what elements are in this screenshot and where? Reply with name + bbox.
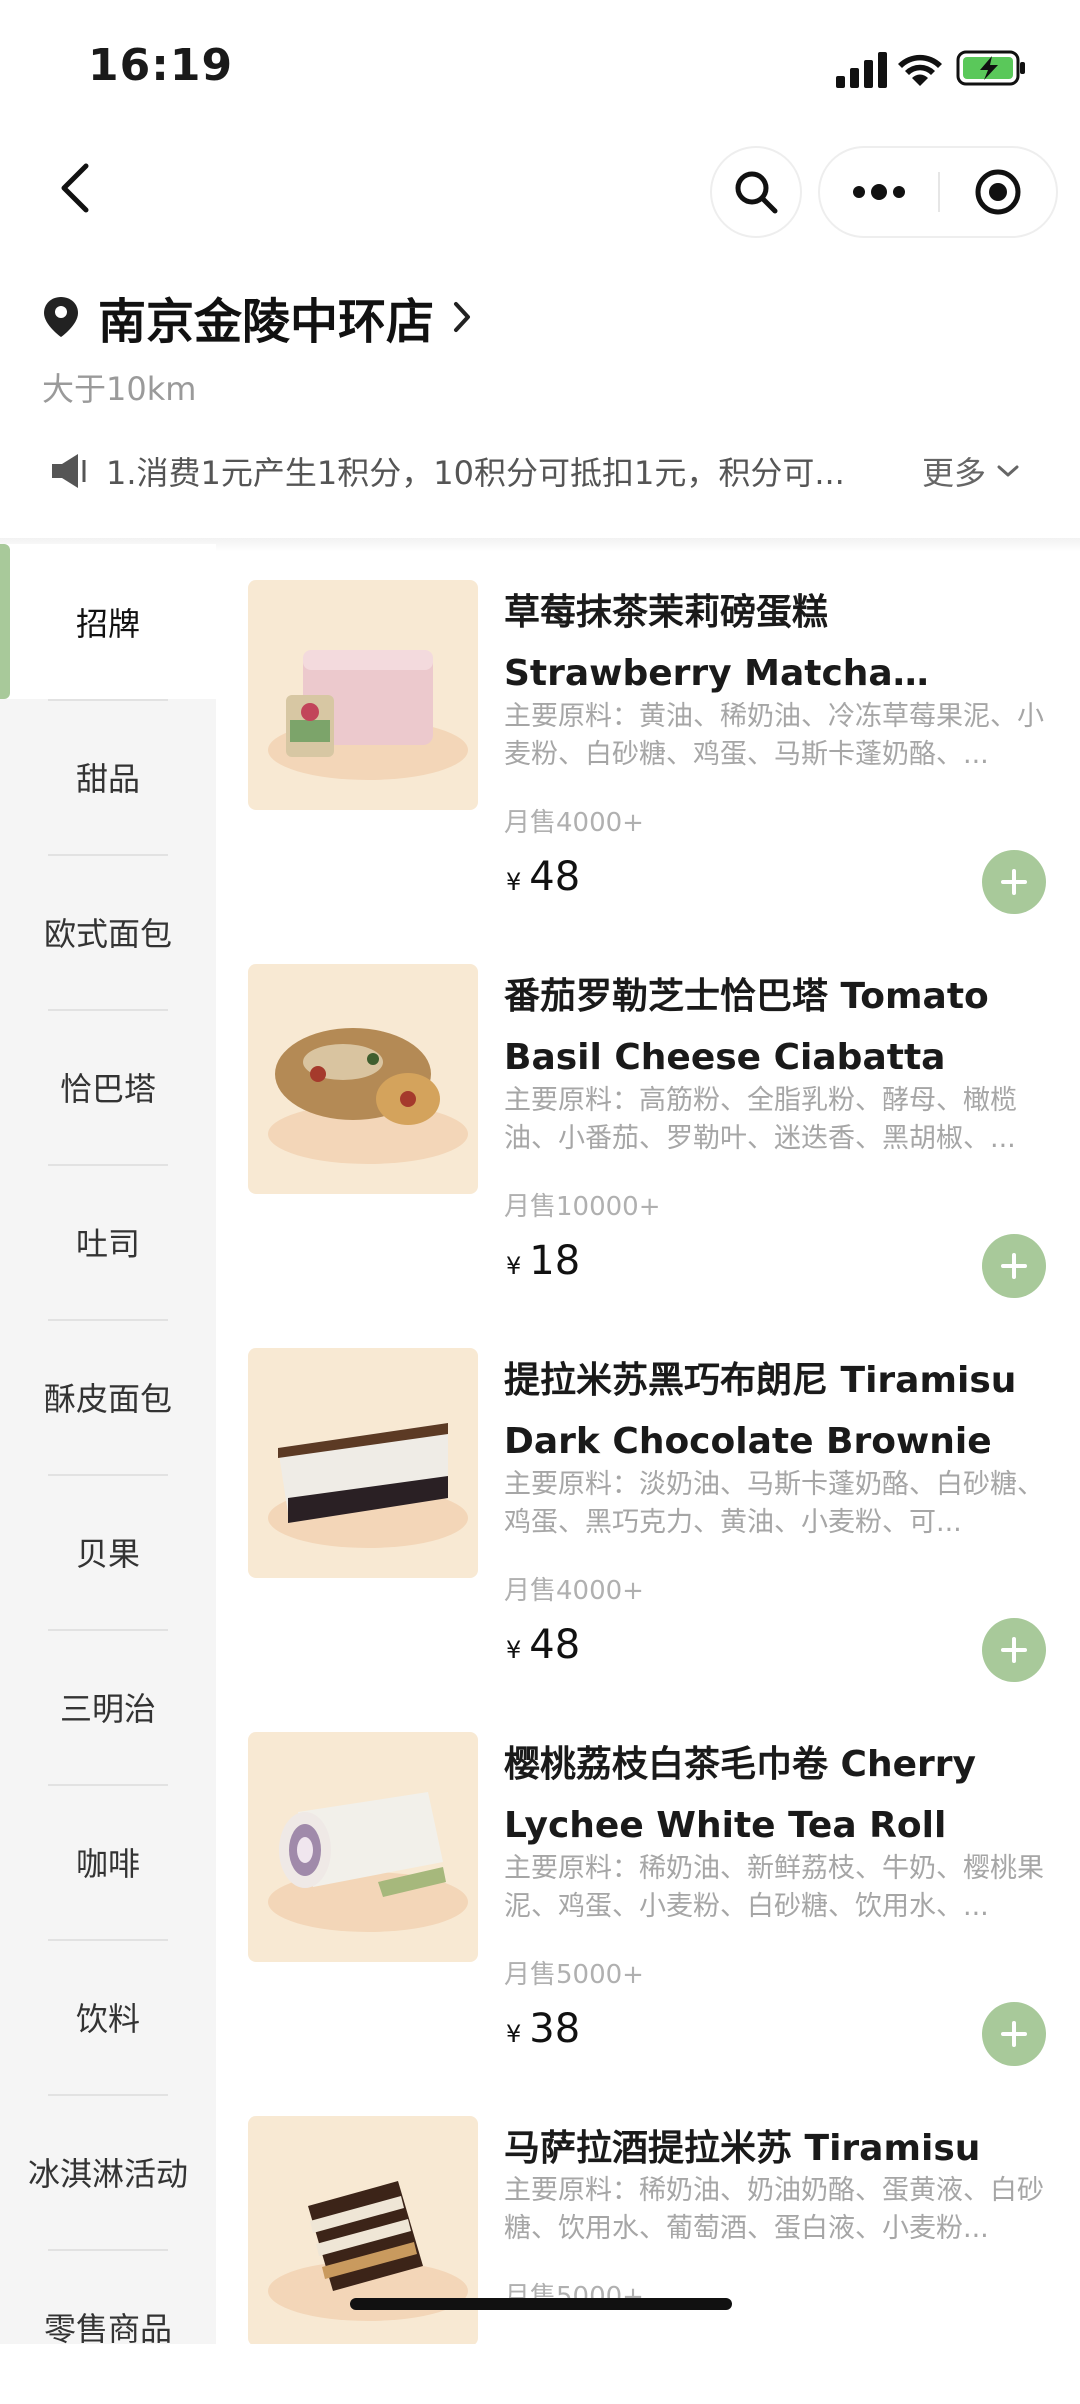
category-label: 零售商品 — [43, 2309, 172, 2348]
currency-symbol: ¥ — [506, 1636, 522, 1664]
product-sales: 月售4000+ — [504, 808, 644, 838]
product-item[interactable]: 樱桃荔枝白茶毛巾卷 Cherry Lychee White Tea Roll 主… — [216, 1696, 1080, 2080]
battery-charging-icon — [956, 50, 1025, 86]
home-indicator — [350, 2298, 732, 2310]
product-price: ¥48 — [506, 1622, 580, 1668]
product-name: 马萨拉酒提拉米苏 Tiramisu — [504, 2128, 981, 2169]
store-selector[interactable]: 南京金陵中环店 — [42, 282, 472, 352]
category-item-tusi[interactable]: 吐司 — [0, 1164, 216, 1319]
more-dots-icon — [853, 184, 905, 200]
more-button[interactable]: 更多 — [922, 448, 1020, 494]
product-name: 提拉米苏黑巧布朗尼 Tiramisu Dark Chocolate Browni… — [504, 1360, 1017, 1462]
category-item-bingqilin[interactable]: 冰淇淋活动 — [0, 2094, 216, 2249]
category-item-supi-mianbao[interactable]: 酥皮面包 — [0, 1319, 216, 1474]
category-item-zhaopai[interactable]: 招牌 — [0, 544, 216, 699]
wifi-icon — [898, 54, 942, 86]
product-price: ¥48 — [506, 854, 580, 900]
product-name: 番茄罗勒芝士恰巴塔 Tomato Basil Cheese Ciabatta — [504, 976, 989, 1078]
category-label: 饮料 — [75, 1999, 140, 2038]
product-item[interactable]: 番茄罗勒芝士恰巴塔 Tomato Basil Cheese Ciabatta 主… — [216, 928, 1080, 1312]
chevron-right-icon — [454, 302, 471, 332]
category-item-tianpin[interactable]: 甜品 — [0, 699, 216, 854]
category-item-lingshou[interactable]: 零售商品 — [0, 2249, 216, 2404]
price-value: 38 — [529, 2006, 581, 2052]
plus-icon — [1001, 1253, 1027, 1279]
product-price: ¥38 — [506, 2006, 580, 2052]
plus-icon — [1001, 2021, 1027, 2047]
category-label: 甜品 — [75, 759, 140, 798]
more-label: 更多 — [922, 454, 987, 492]
more-options-button[interactable] — [820, 148, 938, 236]
category-label: 招牌 — [75, 604, 140, 643]
price-value: 48 — [529, 1622, 581, 1668]
product-sales: 月售4000+ — [504, 1576, 644, 1606]
product-price: ¥18 — [506, 1238, 580, 1284]
location-pin-icon — [44, 297, 78, 337]
currency-symbol: ¥ — [506, 868, 522, 896]
plus-icon — [1001, 869, 1027, 895]
category-item-oushi-mianbao[interactable]: 欧式面包 — [0, 854, 216, 1009]
category-item-beiguo[interactable]: 贝果 — [0, 1474, 216, 1629]
status-time: 16:19 — [88, 40, 234, 91]
status-bar: 16:19 — [0, 0, 1080, 140]
product-image — [248, 1348, 478, 1578]
category-label: 吐司 — [75, 1224, 140, 1263]
category-label: 冰淇淋活动 — [27, 2154, 188, 2193]
category-item-qiabata[interactable]: 恰巴塔 — [0, 1009, 216, 1164]
category-label: 贝果 — [75, 1534, 140, 1573]
search-button[interactable] — [712, 148, 800, 236]
speaker-icon — [52, 454, 86, 488]
product-sales: 月售5000+ — [504, 1960, 644, 1990]
price-value: 18 — [529, 1238, 581, 1284]
product-ingredients: 主要原料：黄油、稀奶油、冷冻草莓果泥、小麦粉、白砂糖、鸡蛋、马斯卡蓬奶酪、... — [504, 701, 1044, 770]
product-ingredients: 主要原料：高筋粉、全脂乳粉、酵母、橄榄油、小番茄、罗勒叶、迷迭香、黑胡椒、... — [504, 1085, 1017, 1154]
chevron-down-icon — [997, 465, 1019, 477]
category-label: 欧式面包 — [43, 914, 172, 953]
category-item-yinliao[interactable]: 饮料 — [0, 1939, 216, 2094]
plus-icon — [1001, 1637, 1027, 1663]
product-list: 草莓抹茶茉莉磅蛋糕 Strawberry Matcha Jasmin... 主要… — [216, 544, 1080, 2344]
product-name: 樱桃荔枝白茶毛巾卷 Cherry Lychee White Tea Roll — [504, 1744, 976, 1846]
category-label: 咖啡 — [75, 1844, 140, 1883]
back-icon[interactable] — [56, 160, 96, 216]
currency-symbol: ¥ — [506, 2020, 522, 2048]
miniprogram-capsule — [820, 148, 1056, 236]
add-to-cart-button[interactable] — [982, 1234, 1046, 1298]
product-ingredients: 主要原料：稀奶油、奶油奶酪、蛋黄液、白砂糖、饮用水、葡萄酒、蛋白液、小麦粉... — [504, 2175, 1044, 2244]
currency-symbol: ¥ — [506, 1252, 522, 1280]
notice-bar[interactable]: 1.消费1元产生1积分，10积分可抵扣1元，积分可... — [50, 448, 866, 494]
add-to-cart-button[interactable] — [982, 850, 1046, 914]
category-label: 恰巴塔 — [59, 1069, 156, 1108]
store-distance: 大于10km — [42, 370, 197, 408]
product-name: 草莓抹茶茉莉磅蛋糕 Strawberry Matcha Jasmin... — [504, 592, 893, 694]
product-image — [248, 580, 478, 810]
product-item[interactable]: 草莓抹茶茉莉磅蛋糕 Strawberry Matcha Jasmin... 主要… — [216, 544, 1080, 928]
notice-text: 1.消费1元产生1积分，10积分可抵扣1元，积分可... — [106, 454, 845, 492]
target-circle-icon — [975, 169, 1021, 215]
cellular-signal-icon — [836, 52, 887, 88]
category-item-kafei[interactable]: 咖啡 — [0, 1784, 216, 1939]
close-miniprogram-button[interactable] — [940, 148, 1056, 236]
product-sales: 月售10000+ — [504, 1192, 661, 1222]
category-sidebar: 招牌 甜品 欧式面包 恰巴塔 吐司 酥皮面包 贝果 三明治 咖啡 饮料 冰淇淋活… — [0, 544, 216, 2348]
category-label: 三明治 — [59, 1689, 156, 1728]
product-image — [248, 1732, 478, 1962]
product-ingredients: 主要原料：稀奶油、新鲜荔枝、牛奶、樱桃果泥、鸡蛋、小麦粉、白砂糖、饮用水、... — [504, 1853, 1044, 1922]
add-to-cart-button[interactable] — [982, 2002, 1046, 2066]
product-image — [248, 964, 478, 1194]
product-item[interactable]: 提拉米苏黑巧布朗尼 Tiramisu Dark Chocolate Browni… — [216, 1312, 1080, 1696]
store-name: 南京金陵中环店 — [98, 294, 435, 350]
price-value: 48 — [529, 854, 581, 900]
add-to-cart-button[interactable] — [982, 1618, 1046, 1682]
category-label: 酥皮面包 — [43, 1379, 172, 1418]
product-ingredients: 主要原料：淡奶油、马斯卡蓬奶酪、白砂糖、鸡蛋、黑巧克力、黄油、小麦粉、可... — [504, 1469, 1044, 1538]
search-icon — [735, 171, 778, 214]
category-item-sanmingzhi[interactable]: 三明治 — [0, 1629, 216, 1784]
